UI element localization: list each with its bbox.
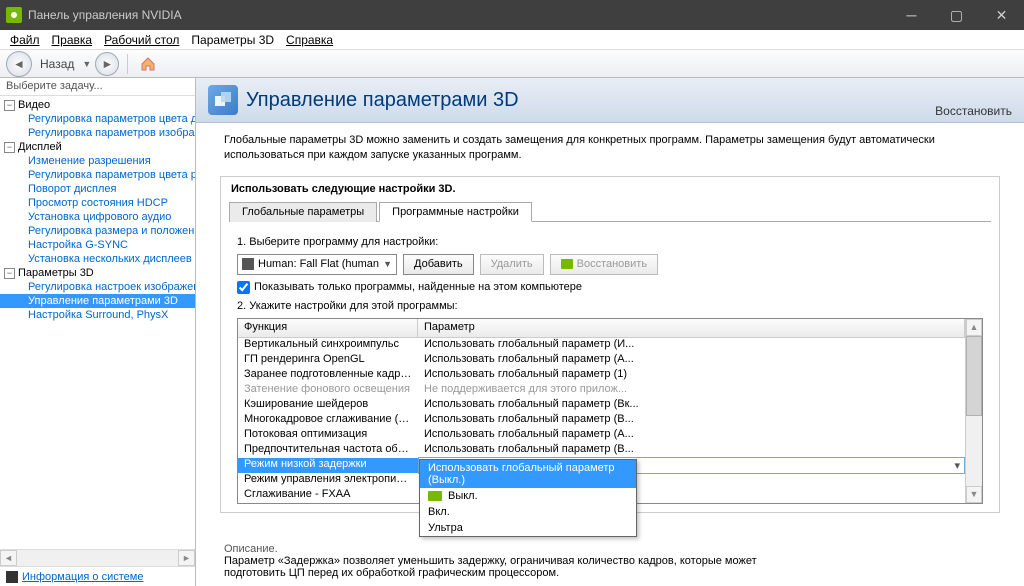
sidebar-header: Выберите задачу... [0,78,195,96]
grid-header: Функция Параметр [238,319,965,338]
nav-back-button[interactable]: ◄ [6,51,32,77]
settings-grid: Функция Параметр Вертикальный синхроимпу… [237,318,983,504]
task-tree: −ВидеоРегулировка параметров цвета для в… [0,96,195,549]
tree-link[interactable]: Управление параметрами 3D [0,294,195,308]
app-icon [6,7,22,23]
maximize-button[interactable]: ▢ [934,0,979,30]
tree-link[interactable]: Настройка Surround, PhysX [0,308,195,322]
grid-row[interactable]: Вертикальный синхроимпульсИспользовать г… [238,338,965,353]
chevron-down-icon: ▾ [954,459,960,472]
intro-text: Глобальные параметры 3D можно заменить и… [224,133,996,164]
home-button[interactable] [136,52,160,76]
add-button[interactable]: Добавить [403,254,474,275]
menu-3d[interactable]: Параметры 3D [185,31,280,49]
grid-row[interactable]: Затенение фонового освещенияНе поддержив… [238,383,965,398]
minimize-button[interactable]: ─ [889,0,934,30]
scroll-left-icon[interactable]: ◄ [0,550,17,566]
scroll-thumb[interactable] [966,336,982,416]
page-header-icon [208,85,238,115]
nvidia-icon [428,491,442,501]
grid-row[interactable]: Многокадровое сглаживание (MFAA)Использо… [238,413,965,428]
tree-link[interactable]: Регулировка параметров цвета для вид [0,112,195,126]
fieldset-legend: Использовать следующие настройки 3D. [221,177,999,201]
tree-link[interactable]: Регулировка настроек изображения с п [0,280,195,294]
col-parameter[interactable]: Параметр [418,319,965,337]
titlebar: Панель управления NVIDIA ─ ▢ ✕ [0,0,1024,30]
grid-row[interactable]: Заранее подготовленные кадры вирту...Исп… [238,368,965,383]
settings-fieldset: Использовать следующие настройки 3D. Гло… [220,176,1000,513]
main-panel: Управление параметрами 3D Восстановить Г… [196,78,1024,586]
dropdown-option[interactable]: Использовать глобальный параметр (Выкл.) [420,460,636,488]
tree-link[interactable]: Установка цифрового аудио [0,210,195,224]
tree-link[interactable]: Просмотр состояния HDCP [0,196,195,210]
tabs: Глобальные параметры Программные настрой… [229,201,991,222]
tree-collapse-icon[interactable]: − [4,142,15,153]
tree-link[interactable]: Установка нескольких дисплеев [0,252,195,266]
restore-defaults-link[interactable]: Восстановить [935,104,1012,118]
show-only-checkbox[interactable]: Показывать только программы, найденные н… [237,281,983,294]
nav-forward-button[interactable]: ► [95,52,119,76]
page-title: Управление параметрами 3D [246,89,935,112]
menubar: Файл Правка Рабочий стол Параметры 3D Сп… [0,30,1024,50]
description-label: Описание. [224,543,996,555]
tree-link[interactable]: Регулировка параметров цвета рабоче [0,168,195,182]
nvidia-icon [561,259,573,269]
tree-category[interactable]: −Дисплей [0,140,195,154]
col-function[interactable]: Функция [238,319,418,337]
sidebar: Выберите задачу... −ВидеоРегулировка пар… [0,78,196,586]
close-button[interactable]: ✕ [979,0,1024,30]
tree-link[interactable]: Поворот дисплея [0,182,195,196]
tree-category[interactable]: −Параметры 3D [0,266,195,280]
program-icon [242,258,254,270]
menu-desktop[interactable]: Рабочий стол [98,31,185,49]
dropdown-option[interactable]: Вкл. [420,504,636,520]
scroll-right-icon[interactable]: ► [178,550,195,566]
step2-label: 2. Укажите настройки для этой программы: [237,300,983,312]
tree-category[interactable]: −Видео [0,98,195,112]
step1-label: 1. Выберите программу для настройки: [237,236,983,248]
toolbar: ◄ Назад ▼ ► [0,50,1024,78]
description-text: Параметр «Задержка» позволяет уменьшить … [224,555,784,579]
dropdown-option[interactable]: Выкл. [420,488,636,504]
menu-file[interactable]: Файл [4,31,46,49]
tree-link[interactable]: Регулировка параметров изображения [0,126,195,140]
dropdown-option[interactable]: Ультра [420,520,636,536]
scroll-up-icon[interactable]: ▲ [966,319,982,336]
restore-button: Восстановить [550,254,658,275]
grid-row[interactable]: Предпочтительная частота обновлени...Исп… [238,443,965,458]
chevron-down-icon: ▼ [383,259,392,269]
tree-link[interactable]: Регулировка размера и положения рабо [0,224,195,238]
program-select[interactable]: Human: Fall Flat (human.exe) ▼ [237,254,397,275]
nav-back-dropdown-icon[interactable]: ▼ [82,59,91,69]
info-icon [6,571,18,583]
tab-global[interactable]: Глобальные параметры [229,202,377,222]
sidebar-hscrollbar[interactable]: ◄ ► [0,549,195,566]
description-section: Описание. Параметр «Задержка» позволяет … [214,539,1006,583]
grid-vscrollbar[interactable]: ▲ ▼ [965,319,982,503]
nav-back-label: Назад [40,57,74,71]
parameter-dropdown[interactable]: Использовать глобальный параметр (Выкл.)… [419,459,637,537]
scroll-down-icon[interactable]: ▼ [966,486,982,503]
system-info-link[interactable]: Информация о системе [0,566,195,586]
menu-edit[interactable]: Правка [46,31,99,49]
tree-collapse-icon[interactable]: − [4,268,15,279]
grid-row[interactable]: ГП рендеринга OpenGLИспользовать глобаль… [238,353,965,368]
grid-row[interactable]: Кэширование шейдеровИспользовать глобаль… [238,398,965,413]
menu-help[interactable]: Справка [280,31,339,49]
tree-link[interactable]: Настройка G-SYNC [0,238,195,252]
page-header: Управление параметрами 3D Восстановить [196,78,1024,123]
tab-program[interactable]: Программные настройки [379,202,532,222]
delete-button: Удалить [480,254,544,275]
grid-row[interactable]: Потоковая оптимизацияИспользовать глобал… [238,428,965,443]
tree-collapse-icon[interactable]: − [4,100,15,111]
window-title: Панель управления NVIDIA [28,8,889,22]
tree-link[interactable]: Изменение разрешения [0,154,195,168]
